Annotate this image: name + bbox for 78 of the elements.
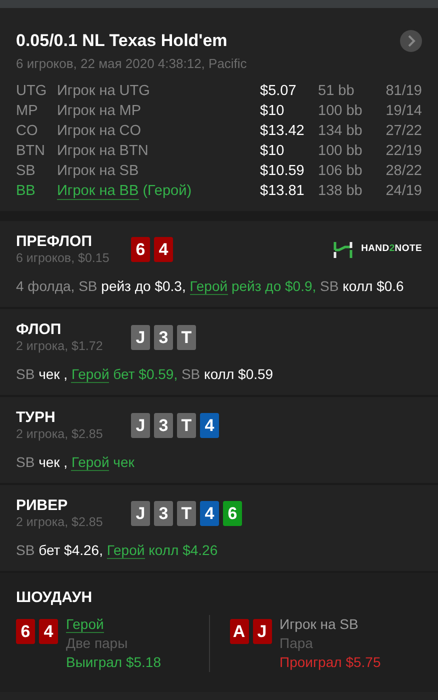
playing-card: T	[177, 501, 196, 526]
action-line: 4 фолда, SB рейз до $0.3, Герой рейз до $0.9, SB колл $0.6	[16, 277, 405, 297]
street-name: ПРЕФЛОП	[16, 233, 93, 251]
position-label: SB	[16, 162, 36, 181]
street-name: ФЛОП	[16, 321, 62, 339]
hand-title: 0.05/0.1 NL Texas Hold'em	[16, 30, 228, 52]
stack-amount: $10.59	[260, 162, 306, 181]
stack-amount: $5.07	[260, 82, 298, 101]
hero-link[interactable]: Герой	[106, 542, 145, 559]
playing-card: T	[177, 413, 196, 438]
playing-card: J	[131, 413, 150, 438]
player-stats: 22/19	[384, 142, 422, 161]
player-stats: 28/22	[384, 162, 422, 181]
hero-link[interactable]: Герой	[71, 454, 110, 471]
playing-card: 4	[39, 619, 58, 644]
hero-link[interactable]: Герой	[71, 366, 110, 383]
playing-card: 4	[154, 237, 173, 262]
hand-subtitle: 6 игроков, 22 мая 2020 4:38:12, Pacific	[16, 54, 248, 73]
street-info: 2 игрока, $1.72	[16, 339, 104, 354]
playing-card: 6	[16, 619, 35, 644]
playing-card: J	[131, 325, 150, 350]
action-line: SB чек , Герой чек	[16, 453, 136, 473]
stack-amount: $13.81	[260, 182, 306, 201]
player-name: Игрок на CO	[57, 123, 142, 139]
playing-card: A	[230, 619, 248, 644]
stack-bb: 138 bb	[318, 182, 364, 201]
playing-card: 6	[131, 237, 150, 262]
action-line: SB бет $4.26, Герой колл $4.26	[16, 541, 219, 561]
hand-rank: Две пары	[66, 634, 129, 653]
result-amount: Выиграл $5.18	[66, 653, 161, 672]
stack-bb: 100 bb	[318, 102, 364, 121]
stack-bb: 106 bb	[318, 162, 364, 181]
playing-card: 3	[154, 413, 173, 438]
player-name: Игрок на BTN	[57, 143, 148, 159]
stack-bb: 51 bb	[318, 82, 356, 101]
playing-card: T	[177, 325, 196, 350]
playing-card: J	[131, 501, 150, 526]
position-label: BB	[16, 182, 36, 201]
street-info: 2 игрока, $2.85	[16, 427, 104, 442]
player-name-link[interactable]: Игрок на BB	[57, 183, 139, 200]
street-info: 2 игрока, $2.85	[16, 515, 104, 530]
street-name: ТУРН	[16, 409, 56, 427]
hero-link[interactable]: Герой	[190, 278, 228, 295]
stack-bb: 134 bb	[318, 122, 364, 141]
street-name: РИВЕР	[16, 497, 69, 515]
position-label: BTN	[16, 142, 46, 161]
hand-rank: Пара	[280, 634, 314, 653]
player-name: Игрок на SB	[280, 616, 358, 632]
player-name-link[interactable]: Герой	[66, 616, 104, 633]
playing-card: 6	[223, 501, 242, 526]
street-info: 6 игроков, $0.15	[16, 251, 110, 266]
playing-card: 4	[200, 501, 219, 526]
action-line: SB чек , Герой бет $0.59, SB колл $0.59	[16, 365, 274, 385]
player-stats: 81/19	[384, 82, 422, 101]
stack-amount: $10	[260, 142, 286, 161]
stack-amount: $13.42	[260, 122, 306, 141]
playing-card: J	[252, 619, 272, 644]
player-stats: 27/22	[384, 122, 422, 141]
logo-text: HAND2NOTE	[361, 242, 422, 256]
logo-icon	[333, 240, 354, 260]
player-stats: 19/14	[384, 102, 422, 121]
player-name: Игрок на SB	[57, 163, 139, 179]
stack-amount: $10	[260, 102, 286, 121]
playing-card: 3	[154, 501, 173, 526]
position-label: MP	[16, 102, 39, 121]
stack-bb: 100 bb	[318, 142, 364, 161]
player-stats: 24/19	[384, 182, 422, 201]
showdown-title: ШОУДАУН	[16, 589, 94, 607]
result-amount: Проиграл $5.75	[280, 653, 381, 672]
playing-card: 3	[154, 325, 173, 350]
hero-tag: (Герой)	[142, 183, 192, 199]
player-name: Игрок на MP	[57, 103, 142, 119]
player-name: Игрок на UTG	[57, 83, 150, 99]
position-label: CO	[16, 122, 39, 141]
next-button[interactable]	[400, 30, 422, 52]
position-label: UTG	[16, 82, 48, 101]
chevron-right-icon	[406, 34, 416, 47]
playing-card: 4	[200, 413, 219, 438]
